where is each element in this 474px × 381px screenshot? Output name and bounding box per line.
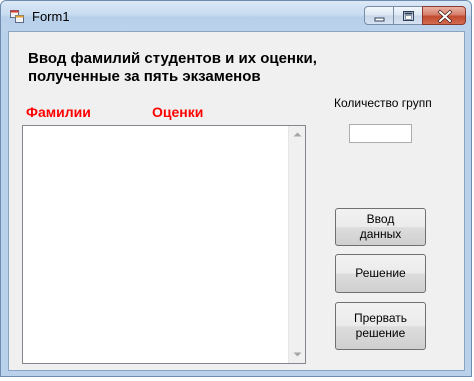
chevron-up-icon	[293, 132, 302, 137]
solve-button[interactable]: Решение	[335, 254, 426, 293]
grades-column-label: Оценки	[152, 104, 204, 120]
form-client-area: Ввод фамилий студентов и их оценки, полу…	[8, 31, 465, 371]
minimize-icon	[374, 17, 385, 22]
window-title: Form1	[32, 9, 70, 24]
maximize-button[interactable]	[393, 6, 423, 25]
students-listbox[interactable]	[22, 125, 306, 364]
chevron-down-icon	[293, 352, 302, 357]
form1-window: Form1 Ввод фамилий студентов и их оценки…	[0, 0, 472, 377]
maximize-icon	[403, 11, 414, 21]
listbox-scrollbar[interactable]	[288, 126, 305, 363]
close-button[interactable]	[422, 6, 466, 25]
minimize-button[interactable]	[364, 6, 394, 25]
scroll-up-arrow[interactable]	[289, 126, 306, 143]
form-heading: Ввод фамилий студентов и их оценки, полу…	[28, 50, 317, 85]
surnames-column-label: Фамилии	[26, 104, 91, 120]
group-count-label: Количество групп	[334, 96, 432, 110]
title-bar[interactable]: Form1	[1, 1, 471, 31]
scroll-down-arrow[interactable]	[289, 346, 306, 363]
windows-form-icon	[10, 10, 24, 23]
input-data-button[interactable]: Ввод данных	[335, 208, 426, 246]
close-icon	[437, 9, 453, 24]
abort-solve-button[interactable]: Прервать решение	[335, 302, 426, 350]
group-count-input[interactable]	[349, 124, 412, 143]
caption-buttons	[364, 6, 466, 25]
